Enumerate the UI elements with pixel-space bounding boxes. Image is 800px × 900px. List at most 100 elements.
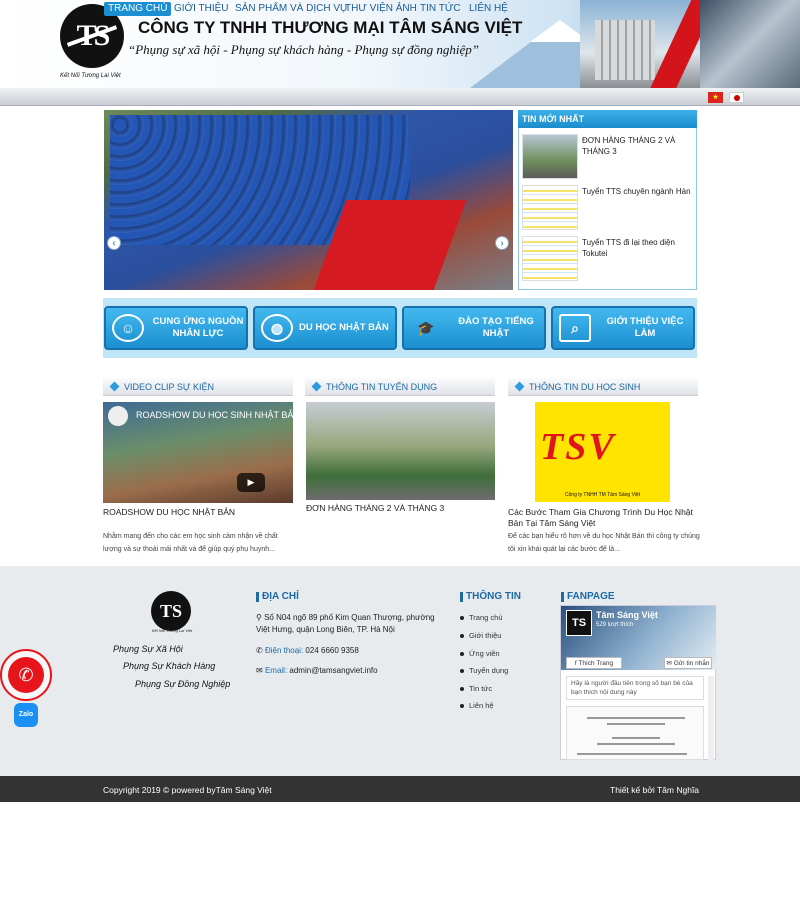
fanpage-document-image[interactable] [566, 706, 704, 760]
fanpage-heading: FANPAGE [561, 592, 615, 602]
fanpage-like-count: 529 lượt thích [596, 622, 634, 628]
recruit-section-heading: THÔNG TIN TUYỂN DỤNG [305, 378, 495, 396]
doc-line [577, 753, 687, 755]
link-label: Tuyển dụng [469, 666, 509, 675]
footer-link-recruitment[interactable]: Tuyển dụng [460, 666, 508, 675]
service-study-abroad-button[interactable]: ◍ DU HỌC NHẬT BẢN [253, 306, 397, 350]
news-item-title[interactable]: Tuyển TTS chuyên ngành Hàn [582, 186, 692, 197]
job-search-icon: ⌕ [559, 314, 591, 342]
link-label: Trang chủ [469, 613, 503, 622]
slider-next-button[interactable]: › [495, 236, 509, 250]
video-overlay-title: ROADSHOW DU HỌC SINH NHẬT BẢN [136, 410, 300, 420]
header-graduates-photo [700, 0, 800, 88]
slider-prev-button[interactable]: ‹ [107, 236, 121, 250]
news-thumbnail[interactable] [522, 236, 578, 281]
bullet-icon [460, 687, 464, 692]
nav-products-services[interactable]: SẢN PHẨM VÀ DỊCH VỤ [231, 2, 351, 16]
nav-gallery[interactable]: THƯ VIỆN ẢNH [341, 2, 421, 16]
bullet-icon [460, 652, 464, 657]
bullet-icon [460, 669, 464, 674]
diamond-icon [514, 381, 525, 392]
header-building-photo [595, 20, 655, 80]
diamond-icon [311, 381, 322, 392]
service-job-button[interactable]: ⌕ GIỚI THIỆU VIỆC LÀM [551, 306, 695, 350]
news-item-title[interactable]: ĐƠN HÀNG THÁNG 2 VÀ THÁNG 3 [582, 135, 692, 157]
service-label: GIỚI THIỆU VIỆC LÀM [606, 316, 684, 339]
video-excerpt: Nhằm mang đến cho các em học sinh cảm nh… [103, 533, 278, 553]
link-label: Liên hệ [469, 701, 494, 710]
heading-text: VIDEO CLIP SỰ KIỆN [124, 382, 215, 392]
footer-link-candidates[interactable]: Ứng viên [460, 649, 500, 658]
email-address[interactable]: admin@tamsangviet.info [289, 666, 377, 675]
nav-home[interactable]: TRANG CHỦ [104, 2, 172, 16]
footer-link-news[interactable]: Tin tức [460, 684, 492, 693]
japan-flag-icon[interactable] [729, 92, 744, 103]
phone-call-icon[interactable]: ✆ [8, 657, 44, 693]
nav-contact[interactable]: LIÊN HỆ [465, 2, 512, 16]
info-heading: THÔNG TIN [460, 592, 521, 602]
nav-news[interactable]: TIN TỨC [416, 2, 465, 16]
copyright-text: Copyright 2019 © powered byTâm Sáng Việt [103, 785, 272, 795]
link-label: Giới thiệu [469, 631, 502, 640]
fanpage-post-text: Hãy là người đầu tiên trong số bạn bè củ… [566, 676, 704, 700]
recruit-title[interactable]: ĐƠN HÀNG THÁNG 2 VÀ THÁNG 3 [306, 503, 496, 514]
phone-line: ✆ Điện thoại: 024 6660 9358 [256, 645, 359, 657]
latest-news-heading: TIN MỚI NHẤT [518, 110, 697, 128]
designer-credit[interactable]: Thiết kế bởi Tâm Nghĩa [610, 785, 699, 795]
channel-avatar [108, 406, 128, 426]
footer-link-contact[interactable]: Liên hệ [460, 701, 494, 710]
doc-line [597, 743, 675, 745]
send-label: Gửi tin nhắn [673, 660, 710, 667]
map-pin-icon: ⚲ [256, 613, 265, 622]
play-icon[interactable]: ▶ [237, 473, 265, 492]
bullet-icon [460, 634, 464, 639]
address-text: ⚲ Số N04 ngõ 89 phố Kim Quan Thượng, phư… [256, 612, 436, 636]
recruit-photo[interactable] [306, 402, 495, 500]
nav-about[interactable]: GIỚI THIỆU [170, 2, 233, 16]
service-japanese-training-button[interactable]: 🎓 ĐÀO TẠO TIẾNG NHẬT [402, 306, 546, 350]
phone-icon: ✆ [256, 646, 265, 655]
video-title[interactable]: ROADSHOW DU HỌC NHẬT BẢN [103, 507, 293, 518]
email-line: ✉ Email: admin@tamsangviet.info [256, 665, 378, 677]
vietnam-flag-icon[interactable]: ★ [708, 92, 723, 103]
logo-text: TS [76, 19, 111, 52]
service-label: CUNG ỨNG NGUỒN NHÂN LỰC [152, 316, 244, 339]
address-heading: ĐỊA CHỈ [256, 592, 299, 602]
footer-slogan: Phụng Sự Khách Hàng [123, 661, 216, 671]
like-page-button[interactable]: f Thích Trang [566, 657, 622, 669]
footer-logo[interactable]: TS [151, 591, 191, 631]
doc-line [607, 723, 665, 725]
fanpage-name[interactable]: Tâm Sáng Việt [596, 610, 658, 620]
news-thumbnail[interactable] [522, 134, 578, 179]
heading-text: THÔNG TIN TUYỂN DỤNG [326, 382, 438, 392]
globe-icon: ◍ [261, 314, 293, 342]
fanpage-scrollbar[interactable] [708, 676, 714, 760]
footer-logo-text: TS [159, 600, 183, 621]
tsv-logo-text: TSV [540, 426, 616, 468]
company-name: CÔNG TY TNHH THƯƠNG MẠI TÂM SÁNG VIỆT [138, 18, 523, 37]
zalo-chat-icon[interactable]: Zalo [14, 703, 38, 727]
footer-link-home[interactable]: Trang chủ [460, 613, 503, 622]
footer-slogan: Phụng Sự Đồng Nghiệp [135, 679, 231, 689]
graduation-cap-icon: 🎓 [417, 319, 435, 336]
phone-label: Điện thoại: [264, 646, 304, 655]
footer-link-about[interactable]: Giới thiệu [460, 631, 501, 640]
messenger-icon: ✉ [666, 660, 674, 667]
company-slogan: “Phụng sự xã hội - Phụng sự khách hàng -… [128, 42, 479, 57]
news-thumbnail[interactable] [522, 185, 578, 230]
main-nav [0, 88, 800, 106]
study-title[interactable]: Các Bước Tham Gia Chương Trình Du Học Nh… [508, 507, 698, 529]
fanpage-avatar[interactable]: TS [566, 610, 592, 636]
service-manpower-button[interactable]: ☺ CUNG ỨNG NGUỒN NHÂN LỰC [104, 306, 248, 350]
service-label: DU HỌC NHẬT BẢN [299, 322, 389, 333]
people-icon: ☺ [112, 314, 144, 342]
study-excerpt: Để các bạn hiểu rõ hơn về du học Nhật Bả… [508, 533, 700, 553]
link-label: Ứng viên [469, 649, 500, 658]
send-message-button[interactable]: ✉ Gửi tin nhắn [664, 657, 712, 669]
video-section-heading: VIDEO CLIP SỰ KIỆN [103, 378, 293, 396]
phone-number[interactable]: 024 6660 9358 [305, 646, 358, 655]
news-item-title[interactable]: Tuyển TTS đi lại theo diện Tokutei [582, 237, 692, 259]
service-label: ĐÀO TẠO TIẾNG NHẬT [458, 316, 534, 339]
email-label: Email: [264, 666, 288, 675]
bullet-icon [460, 704, 464, 709]
